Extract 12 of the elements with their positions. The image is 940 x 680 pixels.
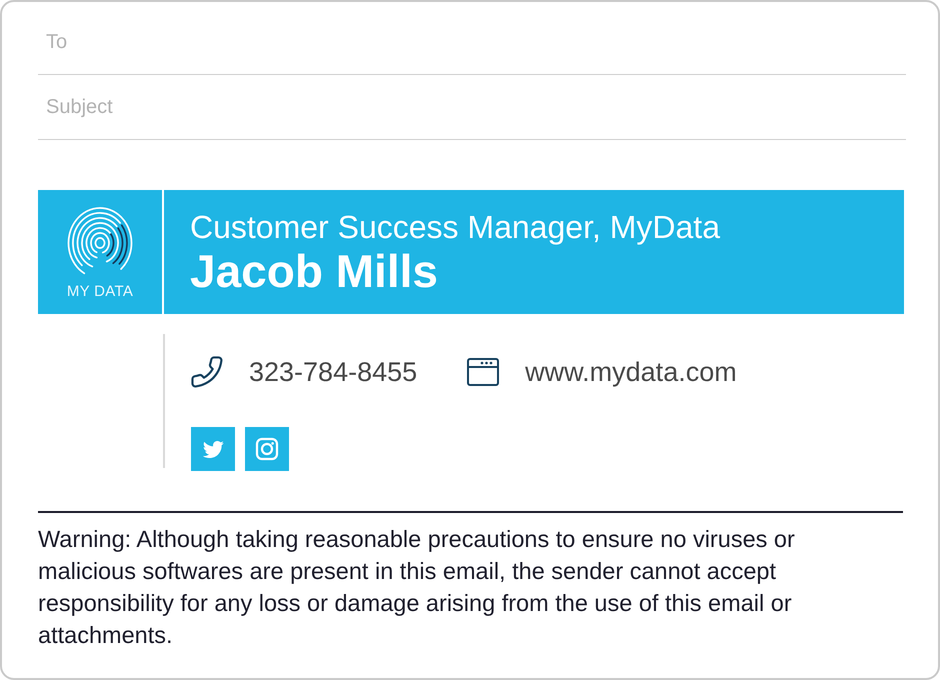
phone-number: 323-784-8455 (249, 356, 418, 389)
logo-text: MY DATA (66, 283, 134, 301)
subject-field[interactable]: Subject (38, 75, 906, 139)
to-field[interactable]: To (38, 10, 906, 74)
camera-icon[interactable] (245, 427, 289, 471)
browser-window-icon (467, 358, 500, 386)
bird-icon[interactable] (191, 427, 235, 471)
phone-icon (191, 356, 223, 388)
person-name: Jacob Mills (190, 246, 439, 296)
website-link[interactable]: www.mydata.com (525, 355, 737, 389)
job-title: Customer Success Manager, MyData (190, 208, 720, 246)
disclaimer-text: Warning: Although taking reasonable precautions to ensure no viruses or malicious softwares are present in this email, the sender cannot accept responsibility for any loss or damage arising from the use of this email or attachments. (38, 525, 796, 650)
